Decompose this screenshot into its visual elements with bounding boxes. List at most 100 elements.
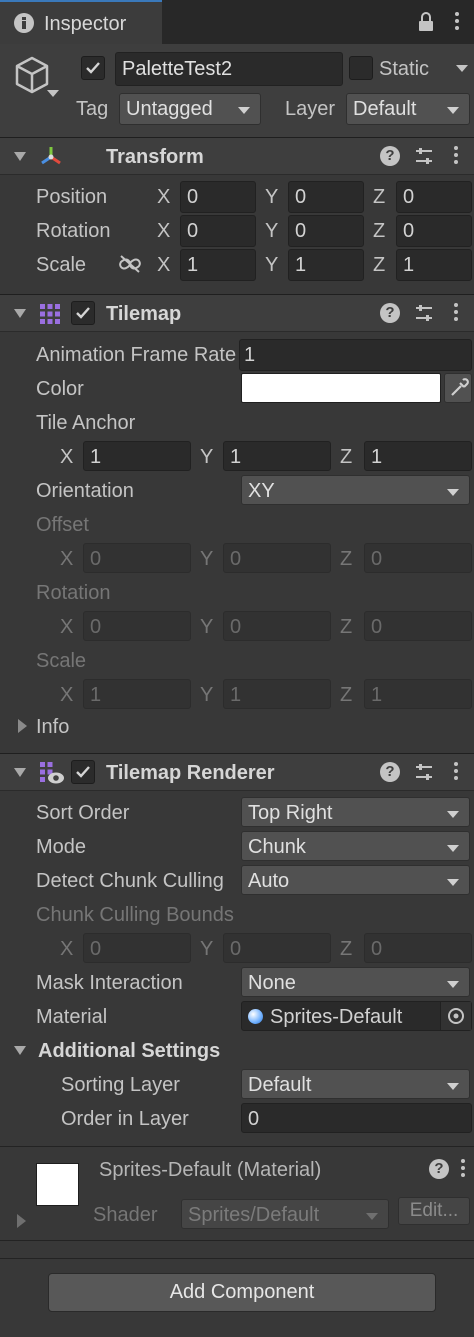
cube-icon[interactable]	[14, 55, 50, 101]
material-foldout-icon[interactable]	[17, 1214, 26, 1228]
scale-y[interactable]: 1	[288, 249, 364, 281]
sorting-layer-dropdown[interactable]: Default	[241, 1069, 470, 1099]
tilemap-foldout-icon[interactable]	[14, 309, 26, 318]
tile-scale-z: 1	[364, 679, 472, 709]
mode-dropdown[interactable]: Chunk	[241, 831, 470, 861]
tile-anchor-z[interactable]: 1	[364, 441, 472, 471]
axis-x: X	[60, 548, 74, 570]
axis-x: X	[157, 186, 171, 208]
tilemap-help-icon[interactable]: ?	[380, 303, 400, 323]
eyedropper-icon[interactable]	[444, 373, 472, 403]
anim-frame-rate-field[interactable]: 1	[239, 339, 472, 371]
axis-y: Y	[200, 446, 214, 468]
chevron-down-icon	[238, 107, 250, 114]
mask-interaction-dropdown[interactable]: None	[241, 967, 470, 997]
axis-z: Z	[373, 220, 386, 242]
tilemap-enabled-checkbox[interactable]	[71, 301, 95, 325]
culling-value: Auto	[248, 870, 290, 892]
tile-anchor-label: Tile Anchor	[36, 412, 136, 434]
chevron-down-icon	[447, 1083, 459, 1090]
renderer-presets-icon[interactable]	[414, 762, 434, 788]
sorting-layer-value: Default	[248, 1074, 312, 1096]
tilemap-presets-icon[interactable]	[414, 303, 434, 329]
additional-settings-label[interactable]: Additional Settings	[38, 1041, 220, 1061]
axis-x: X	[60, 684, 74, 706]
layer-dropdown[interactable]: Default	[346, 93, 470, 125]
axis-z: Z	[373, 254, 386, 276]
position-label: Position	[36, 186, 108, 208]
axis-y: Y	[265, 220, 279, 242]
shader-label: Shader	[93, 1204, 158, 1226]
name-field[interactable]: PaletteTest2	[115, 52, 343, 86]
shader-value: Sprites/Default	[188, 1204, 320, 1226]
chevron-down-icon	[366, 1213, 378, 1220]
renderer-menu-icon[interactable]	[454, 762, 458, 783]
transform-foldout-icon[interactable]	[14, 152, 26, 161]
mode-label: Mode	[36, 836, 87, 858]
constrain-proportions-icon[interactable]	[118, 254, 142, 280]
info-label[interactable]: Info	[36, 717, 69, 737]
sort-order-label: Sort Order	[36, 802, 130, 824]
transform-menu-icon[interactable]	[454, 146, 458, 167]
chevron-down-icon	[447, 811, 459, 818]
add-component-label: Add Component	[169, 1281, 315, 1303]
material-help-icon[interactable]: ?	[429, 1159, 449, 1179]
position-x[interactable]: 0	[180, 181, 256, 213]
position-y[interactable]: 0	[288, 181, 364, 213]
transform-header[interactable]	[0, 137, 474, 175]
icon-dropdown-arrow[interactable]	[47, 90, 59, 97]
sort-order-dropdown[interactable]: Top Right	[241, 797, 470, 827]
static-checkbox[interactable]	[349, 56, 373, 80]
rotation-x[interactable]: 0	[180, 215, 256, 247]
axis-z: Z	[340, 938, 353, 960]
orientation-dropdown[interactable]: XY	[241, 475, 470, 505]
rotation-y[interactable]: 0	[288, 215, 364, 247]
axis-z: Z	[340, 684, 353, 706]
additional-settings-foldout-icon[interactable]	[14, 1046, 26, 1055]
color-swatch[interactable]	[241, 373, 441, 403]
tile-anchor-y[interactable]: 1	[223, 441, 331, 471]
tag-dropdown[interactable]: Untagged	[119, 93, 261, 125]
tile-anchor-x[interactable]: 1	[83, 441, 191, 471]
renderer-foldout-icon[interactable]	[14, 768, 26, 777]
material-menu-icon[interactable]	[461, 1159, 465, 1180]
scale-z[interactable]: 1	[396, 249, 472, 281]
lock-icon[interactable]	[418, 12, 434, 32]
object-picker-icon[interactable]	[440, 1002, 471, 1030]
material-value: Sprites-Default	[270, 1006, 403, 1028]
rotation-z[interactable]: 0	[396, 215, 472, 247]
tilemap-menu-icon[interactable]	[454, 303, 458, 324]
tab-menu-icon[interactable]	[455, 12, 459, 33]
shader-edit-button[interactable]: Edit...	[398, 1197, 470, 1225]
position-z[interactable]: 0	[396, 181, 472, 213]
tab-inspector[interactable]: Inspector	[0, 0, 162, 44]
axis-y: Y	[200, 548, 214, 570]
renderer-enabled-checkbox[interactable]	[71, 760, 95, 784]
renderer-help-icon[interactable]: ?	[380, 762, 400, 782]
order-in-layer-field[interactable]: 0	[241, 1103, 472, 1133]
tile-rotation-label: Rotation	[36, 582, 111, 604]
material-field[interactable]: Sprites-Default	[241, 1001, 472, 1031]
material-title: Sprites-Default (Material)	[99, 1159, 322, 1181]
material-label: Material	[36, 1006, 108, 1028]
static-dropdown-arrow[interactable]	[456, 65, 468, 72]
axis-x: X	[60, 938, 74, 960]
info-foldout-icon[interactable]	[18, 719, 27, 733]
chevron-down-icon	[447, 879, 459, 886]
bottom-separator-2	[0, 1258, 474, 1259]
tile-rotation-x: 0	[83, 611, 191, 641]
layer-label: Layer	[285, 98, 336, 120]
transform-presets-icon[interactable]	[414, 146, 434, 172]
transform-help-icon[interactable]: ?	[380, 146, 400, 166]
scale-x[interactable]: 1	[180, 249, 256, 281]
bottom-separator-1	[0, 1240, 474, 1241]
culling-dropdown[interactable]: Auto	[241, 865, 470, 895]
axis-z: Z	[373, 186, 386, 208]
add-component-button[interactable]: Add Component	[48, 1273, 436, 1312]
material-sphere-icon	[248, 1009, 263, 1024]
active-checkbox[interactable]	[81, 56, 105, 80]
axis-y: Y	[265, 254, 279, 276]
axis-y: Y	[265, 186, 279, 208]
material-preview-thumbnail	[36, 1163, 79, 1206]
anim-frame-rate-label: Animation Frame Rate	[36, 345, 237, 365]
